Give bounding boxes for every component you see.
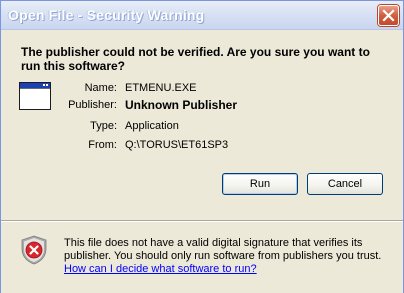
name-value: ETMENU.EXE [125,82,197,94]
application-window-icon [19,82,51,110]
close-button[interactable] [378,5,399,26]
unsigned-warning-text: This file does not have a valid digital … [64,237,382,262]
run-button[interactable]: Run [222,173,298,195]
title-bar[interactable]: Open File - Security Warning [1,1,403,30]
security-warning-dialog: Open File - Security Warning The publish… [0,0,404,293]
type-value: Application [125,120,179,132]
close-icon [382,9,395,22]
cancel-button[interactable]: Cancel [307,173,383,195]
publisher-label: Publisher: [68,99,117,111]
help-link[interactable]: How can I decide what software to run? [64,263,257,275]
from-label: From: [88,139,117,151]
warning-footer: This file does not have a valid digital … [1,221,403,293]
from-value: Q:\TORUS\ET61SP3 [125,139,229,151]
dialog-body: The publisher could not be verified. Are… [1,30,403,221]
name-label: Name: [84,82,117,94]
type-label: Type: [90,120,117,132]
window-title: Open File - Security Warning [8,7,205,23]
shield-warning-icon [21,235,47,265]
headline-question: The publisher could not be verified. Are… [21,45,370,73]
publisher-value: Unknown Publisher [125,98,238,112]
